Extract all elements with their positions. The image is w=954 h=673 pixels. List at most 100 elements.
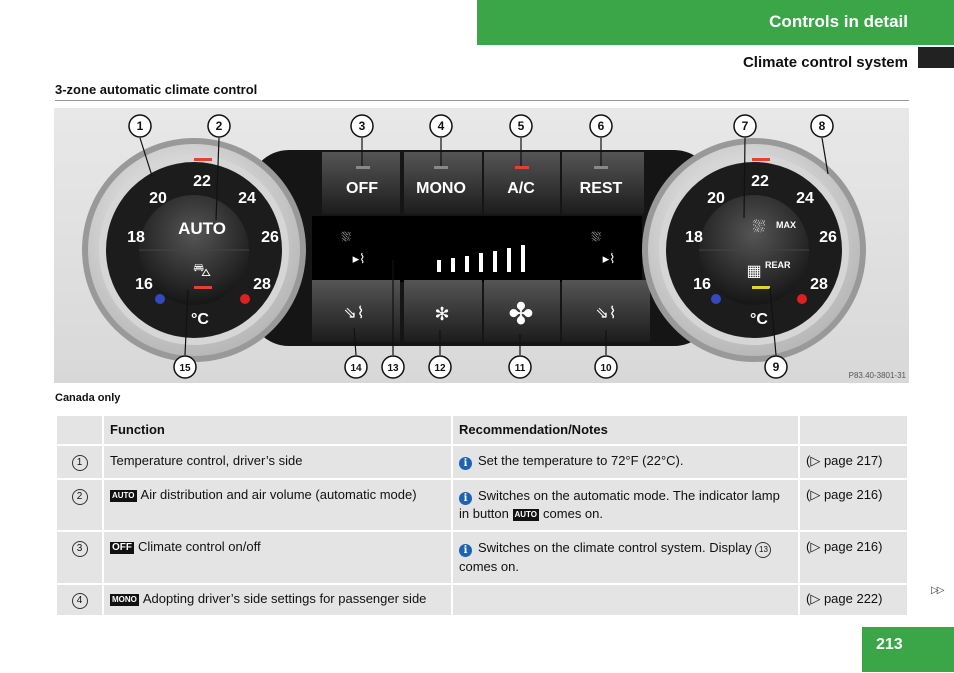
figure-code: P83.40-3801-31 [849,371,907,380]
callout-11: 11 [515,363,526,374]
row-note: i Switches on the climate control system.… [451,530,800,585]
recirculation-icon: ⛍ [193,260,212,280]
off-badge: OFF [110,542,134,554]
function-table: Function Recommendation/Notes 1 Temperat… [55,414,909,617]
canada-only-note: Canada only [55,392,121,404]
bottom-button-row: ✻ ✤ ⇘⌇ ⇘⌇ [312,280,650,342]
left-temperature-dial: 20 22 24 18 26 16 28 AUTO ⛍ °C [82,138,306,362]
left-dial-20: 20 [149,190,167,207]
row-function: Air distribution and air volume (automat… [140,487,417,502]
table-row: 1 Temperature control, driver’s side i Se… [55,444,909,480]
info-icon: i [459,457,472,470]
callout-2: 2 [216,119,223,133]
row-note-text-end: comes on. [543,506,604,521]
auto-button-label: AUTO [178,219,226,238]
table-header: Function Recommendation/Notes [55,414,909,446]
page-number: 213 [876,636,903,653]
rear-defrost-icon: ▦ [746,263,761,280]
callout-7: 7 [742,119,749,133]
callout-15: 15 [179,363,191,374]
right-dial-22: 22 [751,173,769,190]
row-function: Temperature control, driver’s side [102,444,453,480]
chapter-title: Controls in detail [769,12,908,31]
auto-badge: AUTO [110,490,137,502]
right-unit-label: °C [750,311,768,328]
row-ref: (▷ page 216) [798,530,909,585]
display-ref-13: 13 [755,542,772,558]
left-dial-24: 24 [238,190,256,207]
right-dial-18: 18 [685,229,703,246]
page-number-box: 213 [862,627,954,672]
row-function-cell: MONO Adopting driver’s side settings for … [102,583,453,617]
row-ref: (▷ page 217) [798,444,909,480]
row-ref: (▷ page 222) [798,583,909,617]
row-number: 4 [71,593,88,609]
auto-badge-inline: AUTO [512,509,540,521]
right-dial-24: 24 [796,190,814,207]
fan-low-icon: ✻ [434,304,449,324]
mono-badge: MONO [110,594,139,606]
airflow-display-right-icon: ▸⌇ [603,251,616,266]
row-note-text: Switches on the automatic mode. The indi… [459,488,780,521]
callout-13: 13 [387,363,399,374]
left-dial-16: 16 [135,276,153,293]
header-ref [798,414,909,446]
row-note [451,583,800,617]
right-temperature-dial: 20 22 24 18 26 16 28 ⛆ MAX ▦ REAR °C [642,138,866,362]
table-row: 4 MONO Adopting driver’s side settings fo… [55,583,909,617]
callout-6: 6 [598,119,605,133]
row-number: 3 [71,541,88,557]
row-number: 1 [71,455,88,471]
right-dial-20: 20 [707,190,725,207]
left-dial-28: 28 [253,276,271,293]
defrost-left-icon: ⛆ [341,230,351,244]
info-icon: i [459,492,472,505]
callout-8: 8 [819,119,826,133]
fan-high-icon: ✤ [508,298,533,331]
table-row: 2 AUTO Air distribution and air volume (a… [55,478,909,532]
row-note-text-end: comes on. [459,559,519,574]
table-row: 3 OFF Climate control on/off i Switches on… [55,530,909,585]
row-note: i Switches on the automatic mode. The ind… [451,478,800,532]
header-function: Function [102,414,453,446]
section-title: Climate control system [742,54,908,71]
subsection-heading: 3-zone automatic climate control [55,82,258,97]
callout-12: 12 [434,363,446,374]
rear-button-label: REAR [765,260,791,270]
row-function-cell: AUTO Air distribution and air volume (aut… [102,478,453,532]
heading-rule [55,100,909,101]
right-dial-26: 26 [819,229,837,246]
row-note: i Set the temperature to 72°F (22°C). [451,444,800,480]
header-num [55,414,104,446]
section-marker [918,47,954,68]
callout-3: 3 [359,119,366,133]
airflow-left-icon: ⇘⌇ [343,305,364,322]
row-ref: (▷ page 216) [798,478,909,532]
row-function: Adopting driver’s side settings for pass… [142,591,427,606]
callout-4: 4 [438,119,445,133]
row-number: 2 [71,489,88,505]
off-button-label: OFF [346,180,378,197]
row-note-text: Switches on the climate control system. … [478,540,752,555]
ac-button-label: A/C [507,180,535,197]
airflow-display-left-icon: ▸⌇ [353,251,366,266]
info-icon: i [459,544,472,557]
right-dial-28: 28 [810,276,828,293]
header-notes: Recommendation/Notes [451,414,800,446]
rest-button-label: REST [580,180,623,197]
callout-5: 5 [518,119,525,133]
left-dial-18: 18 [127,229,145,246]
callout-1: 1 [137,119,144,133]
callout-9: 9 [773,360,780,374]
max-button-label: MAX [776,220,796,230]
max-defrost-icon: ⛆ [753,219,766,236]
left-unit-label: °C [191,311,209,328]
row-function-cell: OFF Climate control on/off [102,530,453,585]
left-dial-22: 22 [193,173,211,190]
chapter-header: Controls in detail [477,0,954,45]
row-note-text: Set the temperature to 72°F (22°C). [478,453,684,468]
climate-control-figure: OFF MONO A/C REST ✻ ✤ ⇘⌇ ⇘⌇ ⛆ ▸⌇ ⛆ ▸⌇ 20 [54,108,909,383]
right-dial-16: 16 [693,276,711,293]
airflow-right-icon: ⇘⌇ [595,305,616,322]
defrost-right-icon: ⛆ [591,230,601,244]
